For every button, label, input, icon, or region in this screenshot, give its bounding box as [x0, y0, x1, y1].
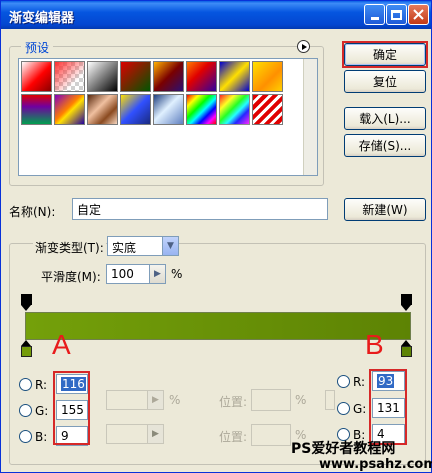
play-right-icon: ▶: [147, 391, 163, 409]
preset-swatch[interactable]: [252, 94, 283, 125]
play-right-icon: ▶: [147, 425, 163, 443]
watermark-url: www.psahz.com: [319, 457, 432, 472]
smoothness-value: 100: [111, 267, 134, 281]
name-input[interactable]: 自定: [72, 198, 328, 220]
preset-swatch[interactable]: [186, 61, 217, 92]
left-rgb-highlight: [53, 371, 90, 445]
opacity-location-unit: %: [295, 393, 307, 407]
right-g-radio[interactable]: [337, 402, 350, 415]
color-location-input: [251, 424, 291, 446]
load-button-label: 载入(L)...: [359, 112, 411, 126]
opacity-unit: %: [169, 393, 181, 407]
preset-swatch[interactable]: [54, 61, 85, 92]
right-rgb-highlight: [369, 369, 407, 445]
load-button[interactable]: 载入(L)...: [344, 107, 426, 130]
reset-button[interactable]: 复位: [344, 70, 426, 93]
preset-swatch[interactable]: [153, 61, 184, 92]
preset-swatch[interactable]: [120, 61, 151, 92]
preset-swatch[interactable]: [186, 94, 217, 125]
maximize-button[interactable]: [386, 4, 407, 25]
close-icon: [413, 9, 424, 20]
right-g-label: G:: [353, 402, 367, 416]
preset-swatch[interactable]: [87, 94, 118, 125]
gradient-preview-bar[interactable]: [25, 312, 411, 340]
preset-swatch[interactable]: [252, 61, 283, 92]
ok-highlight: [342, 41, 428, 68]
save-button-label: 存储(S)...: [358, 139, 412, 153]
new-button-label: 新建(W): [362, 203, 408, 217]
left-b-radio[interactable]: [19, 430, 32, 443]
preset-swatch[interactable]: [120, 94, 151, 125]
smoothness-label: 平滑度(M):: [41, 270, 101, 284]
presets-scrollbar[interactable]: [303, 59, 317, 175]
color-stop-right[interactable]: [401, 340, 412, 358]
opacity-stop-left[interactable]: [21, 294, 32, 312]
chevron-down-icon: ▼: [162, 237, 178, 255]
opacity-stop-right[interactable]: [401, 294, 412, 312]
smoothness-input[interactable]: 100 ▶: [106, 264, 166, 284]
gradient-type-label: 渐变类型(T):: [33, 239, 106, 256]
gradient-type-value: 实底: [112, 241, 137, 255]
color-stop-left[interactable]: [21, 340, 32, 358]
presets-grid[interactable]: [18, 58, 318, 176]
title-bar[interactable]: 渐变编辑器: [1, 1, 431, 29]
gradient-editor-window: 渐变编辑器 预设 确定 复位 载入(L)... 存储(S)... 名称(N): …: [0, 0, 432, 473]
smoothness-unit: %: [171, 267, 183, 281]
save-button[interactable]: 存储(S)...: [344, 134, 426, 157]
presets-menu-button[interactable]: [297, 40, 310, 53]
window-title: 渐变编辑器: [9, 11, 75, 26]
right-r-radio[interactable]: [337, 375, 350, 388]
name-label: 名称(N):: [9, 205, 56, 219]
minimize-icon: [370, 17, 379, 20]
left-r-radio[interactable]: [19, 378, 32, 391]
preset-swatch[interactable]: [219, 61, 250, 92]
watermark-title: PS爱好者教程网: [291, 441, 396, 457]
opacity-input: ▶: [106, 390, 164, 410]
maximize-icon: [391, 9, 402, 20]
presets-label: 预设: [21, 39, 54, 56]
left-g-label: G:: [35, 404, 49, 418]
play-right-icon: ▶: [149, 265, 165, 283]
right-b-label: B:: [353, 428, 366, 442]
reset-button-label: 复位: [372, 75, 397, 89]
left-b-label: B:: [35, 430, 48, 444]
minimize-button[interactable]: [364, 4, 385, 25]
left-r-label: R:: [35, 378, 48, 392]
annotation-a: A: [52, 329, 71, 360]
color-location-unit: %: [295, 428, 307, 442]
color-location-label: 位置:: [219, 430, 248, 444]
play-right-icon: [301, 43, 307, 50]
annotation-b: B: [365, 329, 384, 360]
opacity-location-input: [251, 389, 291, 411]
preset-swatch[interactable]: [54, 94, 85, 125]
right-r-label: R:: [353, 375, 366, 389]
left-g-radio[interactable]: [19, 404, 32, 417]
name-value: 自定: [77, 203, 102, 217]
opacity-location-label: 位置:: [219, 395, 248, 409]
preset-swatch[interactable]: [153, 94, 184, 125]
close-button[interactable]: [408, 4, 429, 25]
preset-swatch[interactable]: [219, 94, 250, 125]
delete-stop-button: [325, 390, 335, 410]
preset-swatch[interactable]: [87, 61, 118, 92]
gradient-type-select[interactable]: 实底 ▼: [107, 236, 179, 256]
preset-swatch[interactable]: [21, 94, 52, 125]
preset-swatch[interactable]: [21, 61, 52, 92]
right-b-radio[interactable]: [337, 428, 350, 441]
new-button[interactable]: 新建(W): [344, 198, 426, 221]
color-swatch-input: ▶: [106, 424, 164, 444]
